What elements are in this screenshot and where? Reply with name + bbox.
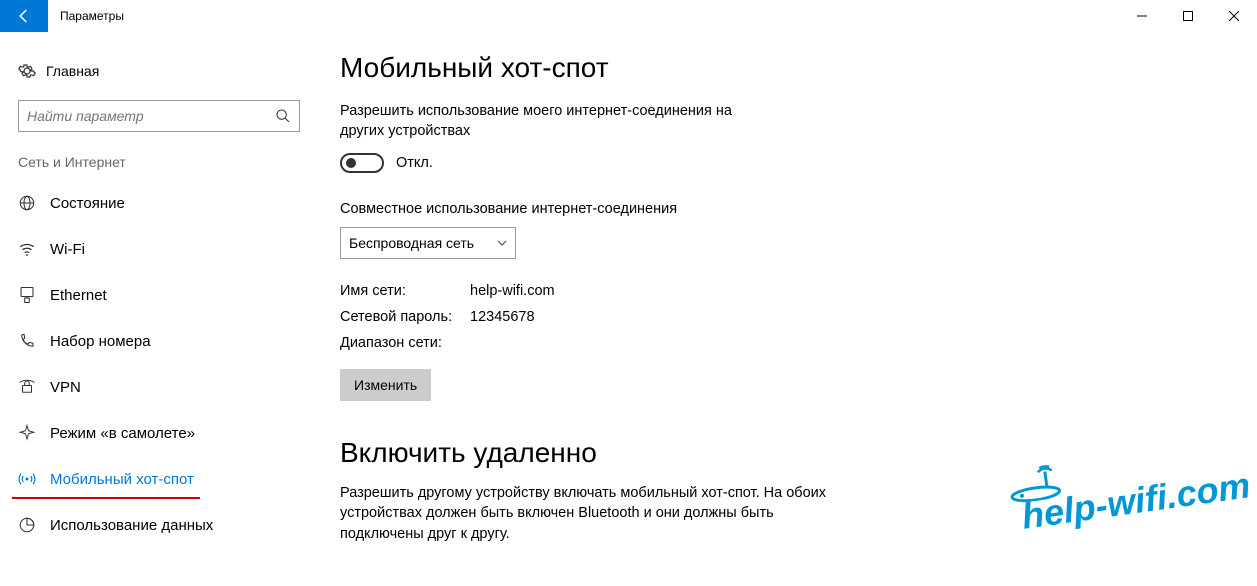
sidebar-item-ethernet[interactable]: Ethernet — [0, 272, 310, 318]
sidebar: Главная Сеть и Интернет Состояние Wi-Fi — [0, 32, 310, 586]
phone-icon — [18, 332, 50, 350]
sidebar-item-label: Набор номера — [50, 333, 151, 350]
share-from-dropdown[interactable]: Беспроводная сеть — [340, 227, 516, 259]
main-panel: Мобильный хот-спот Разрешить использован… — [310, 32, 1257, 586]
network-name-row: Имя сети: help-wifi.com — [340, 283, 1257, 299]
search-input[interactable] — [27, 108, 275, 124]
vpn-icon — [18, 378, 50, 396]
search-icon — [275, 108, 291, 124]
network-band-label: Диапазон сети: — [340, 335, 470, 351]
sidebar-item-hotspot[interactable]: Мобильный хот-спот — [0, 456, 310, 502]
back-button[interactable] — [0, 0, 48, 32]
arrow-left-icon — [15, 7, 33, 25]
remote-description: Разрешить другому устройству включать мо… — [340, 483, 840, 544]
airplane-icon — [18, 424, 50, 442]
sidebar-item-dialup[interactable]: Набор номера — [0, 318, 310, 364]
sidebar-item-vpn[interactable]: VPN — [0, 364, 310, 410]
chevron-down-icon — [497, 238, 507, 248]
sidebar-item-label: Использование данных — [50, 517, 213, 534]
ethernet-icon — [18, 286, 50, 304]
toggle-knob — [346, 158, 356, 168]
sidebar-home[interactable]: Главная — [18, 50, 292, 92]
data-usage-icon — [18, 516, 50, 534]
sidebar-item-status[interactable]: Состояние — [0, 180, 310, 226]
minimize-icon — [1137, 11, 1147, 21]
sidebar-item-label: Состояние — [50, 195, 125, 212]
search-input-container[interactable] — [18, 100, 300, 132]
window-title: Параметры — [48, 0, 136, 32]
content: Главная Сеть и Интернет Состояние Wi-Fi — [0, 32, 1257, 586]
network-name-value: help-wifi.com — [470, 283, 555, 299]
minimize-button[interactable] — [1119, 0, 1165, 32]
toggle-state-label: Откл. — [396, 155, 433, 171]
share-description: Разрешить использование моего интернет-с… — [340, 102, 780, 141]
network-password-value: 12345678 — [470, 309, 535, 325]
hotspot-icon — [18, 470, 50, 488]
sidebar-item-airplane[interactable]: Режим «в самолете» — [0, 410, 310, 456]
edit-button[interactable]: Изменить — [340, 369, 431, 401]
gear-icon — [18, 62, 46, 80]
sidebar-item-label: Wi-Fi — [50, 241, 85, 258]
network-name-label: Имя сети: — [340, 283, 470, 299]
sidebar-home-label: Главная — [46, 63, 99, 79]
sidebar-item-label: Режим «в самолете» — [50, 425, 195, 442]
wifi-icon — [18, 240, 50, 258]
watermark-text: help-wifi.com — [1019, 464, 1253, 538]
share-toggle[interactable] — [340, 153, 384, 173]
sidebar-item-datausage[interactable]: Использование данных — [0, 502, 310, 548]
window-controls — [1119, 0, 1257, 32]
page-title: Мобильный хот-спот — [340, 52, 1257, 84]
sidebar-item-label: Мобильный хот-спот — [50, 471, 194, 488]
network-password-row: Сетевой пароль: 12345678 — [340, 309, 1257, 325]
close-button[interactable] — [1211, 0, 1257, 32]
sidebar-category: Сеть и Интернет — [18, 154, 292, 170]
sidebar-item-label: VPN — [50, 379, 81, 396]
dropdown-value: Беспроводная сеть — [349, 235, 474, 251]
network-band-row: Диапазон сети: — [340, 335, 1257, 351]
annotation-underline — [12, 497, 200, 499]
remote-heading: Включить удаленно — [340, 437, 1257, 469]
network-password-label: Сетевой пароль: — [340, 309, 470, 325]
share-from-label: Совместное использование интернет-соедин… — [340, 201, 1257, 217]
sidebar-item-wifi[interactable]: Wi-Fi — [0, 226, 310, 272]
maximize-button[interactable] — [1165, 0, 1211, 32]
globe-icon — [18, 194, 50, 212]
titlebar: Параметры — [0, 0, 1257, 32]
share-toggle-row: Откл. — [340, 153, 1257, 173]
maximize-icon — [1183, 11, 1193, 21]
sidebar-item-label: Ethernet — [50, 287, 107, 304]
close-icon — [1229, 11, 1239, 21]
